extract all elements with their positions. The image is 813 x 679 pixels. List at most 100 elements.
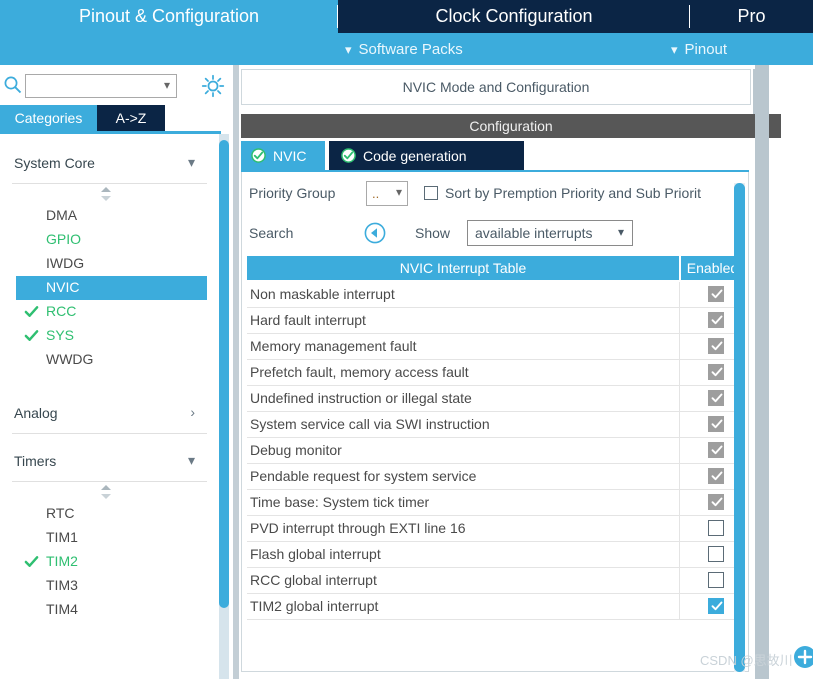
- interrupt-name: Prefetch fault, memory access fault: [250, 364, 469, 380]
- cell-divider: [679, 542, 680, 567]
- tab-code-generation[interactable]: Code generation: [329, 141, 524, 170]
- interrupt-name: TIM2 global interrupt: [250, 598, 379, 614]
- table-row[interactable]: PVD interrupt through EXTI line 16: [247, 516, 744, 542]
- watermark: CSDN @思故川: [700, 653, 793, 668]
- tree-group-system-core[interactable]: System Core ▾: [0, 146, 221, 184]
- table-row[interactable]: Non maskable interrupt: [247, 282, 744, 308]
- tree-item-tim2[interactable]: TIM2: [0, 550, 221, 574]
- chevron-right-icon[interactable]: ›: [190, 404, 195, 420]
- zoom-in-icon[interactable]: [793, 645, 813, 669]
- configuration-bar-label: Configuration: [469, 118, 553, 134]
- column-header-interrupt-table[interactable]: NVIC Interrupt Table: [247, 256, 679, 280]
- table-scrollbar-thumb[interactable]: [734, 183, 745, 672]
- table-row[interactable]: System service call via SWI instruction: [247, 412, 744, 438]
- tree-group-system-core-label: System Core: [14, 155, 95, 171]
- table-row[interactable]: Memory management fault: [247, 334, 744, 360]
- tree-item-tim3[interactable]: TIM3: [0, 574, 221, 598]
- cell-divider: [679, 360, 680, 385]
- tree-item-dma[interactable]: DMA: [0, 204, 221, 228]
- sidebar-tab-categories[interactable]: Categories: [0, 105, 97, 131]
- mode-header: NVIC Mode and Configuration: [241, 69, 751, 105]
- enabled-checkbox[interactable]: [708, 598, 724, 614]
- tab-clock-configuration[interactable]: Clock Configuration: [338, 0, 690, 33]
- tree-group-timers-label: Timers: [14, 453, 57, 469]
- tree-item-rcc[interactable]: RCC: [0, 300, 221, 324]
- enabled-checkbox[interactable]: [708, 546, 724, 562]
- sort-by-preemption-checkbox[interactable]: [424, 186, 438, 200]
- menu-software-packs-label: Software Packs: [358, 40, 463, 58]
- panel-scrollbar-track[interactable]: [755, 65, 769, 679]
- cell-divider: [679, 334, 680, 359]
- check-circle-icon: [341, 148, 356, 163]
- tree-item-nvic[interactable]: NVIC: [16, 276, 207, 300]
- tab-project-manager[interactable]: Pro: [690, 0, 813, 33]
- circle-back-arrow-icon[interactable]: [364, 222, 386, 244]
- sidebar-scrollbar-thumb[interactable]: [219, 140, 229, 608]
- tree-item-iwdg[interactable]: IWDG: [0, 252, 221, 276]
- table-row[interactable]: Prefetch fault, memory access fault: [247, 360, 744, 386]
- chevron-down-icon: ▾: [345, 41, 352, 57]
- show-filter-value: available interrupts: [475, 225, 593, 241]
- chevron-down-icon[interactable]: ▾: [164, 78, 170, 92]
- show-filter-select[interactable]: available interrupts ▾: [467, 220, 633, 246]
- table-row[interactable]: Flash global interrupt: [247, 542, 744, 568]
- tree-item-sys[interactable]: SYS: [0, 324, 221, 348]
- search-input[interactable]: [30, 77, 162, 95]
- tab-nvic-label: NVIC: [273, 147, 307, 164]
- table-row[interactable]: TIM2 global interrupt: [247, 594, 744, 620]
- search-icon[interactable]: [3, 75, 23, 95]
- chevron-down-icon[interactable]: ▾: [396, 185, 402, 199]
- chevron-down-icon[interactable]: ▾: [188, 154, 195, 171]
- tab-code-generation-label: Code generation: [363, 147, 467, 164]
- tree-item-wwdg[interactable]: WWDG: [0, 348, 221, 372]
- table-row[interactable]: Time base: System tick timer: [247, 490, 744, 516]
- tree-item-rtc[interactable]: RTC: [0, 502, 221, 526]
- configuration-tabs: NVIC Code generation: [241, 141, 781, 170]
- tab-project-manager-label: Pro: [737, 6, 766, 26]
- priority-group-label: Priority Group: [249, 185, 336, 201]
- table-row[interactable]: Pendable request for system service: [247, 464, 744, 490]
- tree-item-wwdg-label: WWDG: [46, 351, 94, 367]
- top-tab-bar: Pinout & Configuration Clock Configurati…: [0, 0, 813, 33]
- chevron-down-icon: ▾: [671, 41, 678, 57]
- table-row[interactable]: RCC global interrupt: [247, 568, 744, 594]
- enabled-checkbox: [708, 468, 724, 484]
- table-row[interactable]: Hard fault interrupt: [247, 308, 744, 334]
- tree-spinner-timers[interactable]: [0, 482, 221, 502]
- check-icon: [24, 556, 39, 567]
- tab-nvic[interactable]: NVIC: [241, 141, 325, 170]
- chevron-down-icon[interactable]: ▾: [618, 225, 624, 239]
- sidebar-tab-a-to-z[interactable]: A->Z: [97, 105, 165, 131]
- table-row[interactable]: Debug monitor: [247, 438, 744, 464]
- menu-software-packs[interactable]: ▾ Software Packs: [345, 33, 463, 65]
- sidebar-search-combo[interactable]: ▾: [25, 74, 177, 98]
- interrupt-name: Undefined instruction or illegal state: [250, 390, 472, 406]
- enabled-checkbox[interactable]: [708, 572, 724, 588]
- enabled-checkbox: [708, 390, 724, 406]
- enabled-checkbox: [708, 338, 724, 354]
- gear-icon[interactable]: [200, 73, 226, 99]
- tree-item-gpio[interactable]: GPIO: [0, 228, 221, 252]
- tree-item-tim4[interactable]: TIM4: [0, 598, 221, 622]
- configuration-bar: Configuration: [241, 114, 781, 138]
- priority-group-select[interactable]: .. ▾: [366, 181, 408, 206]
- tree-item-dma-label: DMA: [46, 207, 78, 223]
- table-row[interactable]: Undefined instruction or illegal state: [247, 386, 744, 412]
- show-label: Show: [415, 225, 451, 241]
- menu-pinout[interactable]: ▾ Pinout: [671, 33, 727, 65]
- configuration-panel: NVIC Mode and Configuration Configuratio…: [239, 65, 813, 679]
- tab-pinout-configuration[interactable]: Pinout & Configuration: [0, 0, 338, 33]
- tree-spinner-system-core[interactable]: [0, 184, 221, 204]
- interrupt-name: Memory management fault: [250, 338, 417, 354]
- tree-item-gpio-label: GPIO: [46, 231, 82, 247]
- tree-group-analog[interactable]: Analog ›: [0, 396, 221, 434]
- tree-item-tim1[interactable]: TIM1: [0, 526, 221, 550]
- search-label: Search: [249, 225, 294, 241]
- tree-item-rtc-label: RTC: [46, 505, 75, 521]
- cell-divider: [679, 516, 680, 541]
- enabled-checkbox[interactable]: [708, 520, 724, 536]
- enabled-checkbox: [708, 416, 724, 432]
- tree-group-timers[interactable]: Timers ▾: [0, 444, 221, 482]
- chevron-down-icon[interactable]: ▾: [188, 452, 195, 469]
- priority-group-row: Priority Group .. ▾ Sort by Premption Pr…: [242, 176, 750, 212]
